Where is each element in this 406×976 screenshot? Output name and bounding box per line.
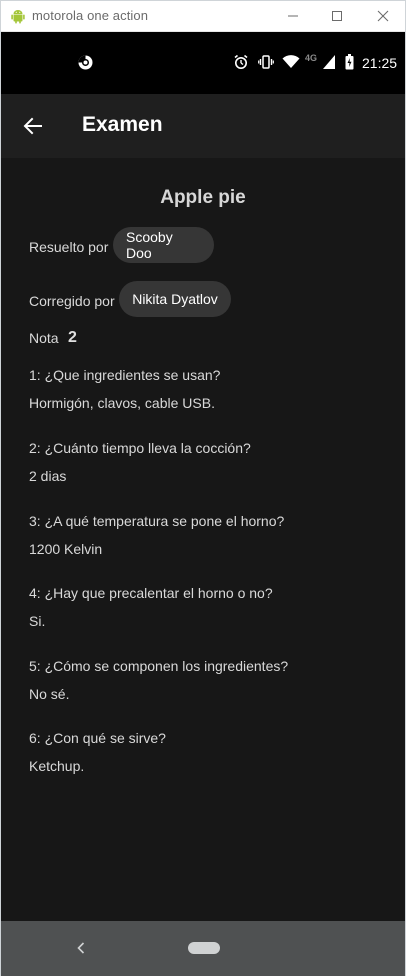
arrow-left-icon[interactable] — [21, 114, 45, 138]
answer-text: 2 dias — [29, 468, 67, 484]
close-button[interactable] — [372, 5, 394, 27]
question-item: 2: ¿Cuánto tiempo lleva la cocción? 2 di… — [29, 440, 251, 484]
status-bar: 4G 21:25 — [1, 32, 405, 94]
grade-label: Nota — [29, 330, 59, 346]
answer-text: No sé. — [29, 686, 70, 702]
solved-by-chip[interactable]: Scooby Doo — [113, 227, 214, 263]
data-saver-icon — [78, 55, 93, 70]
answer-text: 1200 Kelvin — [29, 541, 103, 557]
navigation-bar — [1, 921, 405, 976]
solved-by-label: Resuelto por — [29, 239, 109, 255]
answer-text: Si. — [29, 613, 46, 629]
window-titlebar: motorola one action — [1, 1, 405, 32]
battery-icon — [345, 54, 354, 70]
minimize-button[interactable] — [282, 5, 304, 27]
minimize-icon — [288, 15, 298, 17]
window-title: motorola one action — [32, 8, 149, 23]
alarm-icon — [234, 54, 248, 69]
corrected-by-chip[interactable]: Nikita Dyatlov — [119, 281, 231, 317]
question-text: 6: ¿Con qué se sirve? — [29, 730, 166, 746]
question-text: 4: ¿Hay que precalentar el horno o no? — [29, 585, 273, 601]
android-icon — [11, 10, 25, 24]
question-text: 5: ¿Cómo se componen los ingredientes? — [29, 658, 289, 674]
exam-title: Apple pie — [160, 187, 246, 208]
question-text: 1: ¿Que ingredientes se usan? — [29, 367, 221, 383]
question-text: 3: ¿A qué temperatura se pone el horno? — [29, 513, 285, 529]
question-item: 5: ¿Cómo se componen los ingredientes? N… — [29, 658, 288, 702]
maximize-icon — [332, 11, 342, 21]
page-title: Examen — [82, 113, 163, 136]
wifi-icon — [282, 55, 300, 68]
grade-value: 2 — [68, 329, 77, 346]
network-type-label: 4G — [305, 53, 318, 63]
question-item: 1: ¿Que ingredientes se usan? Hormigón, … — [29, 367, 220, 411]
emulator-window: motorola one action 4G 21:25 Examen Appl… — [0, 0, 406, 976]
question-text: 2: ¿Cuánto tiempo lleva la cocción? — [29, 440, 251, 456]
question-item: 4: ¿Hay que precalentar el horno o no? S… — [29, 585, 273, 629]
close-icon — [377, 10, 389, 22]
status-clock: 21:25 — [362, 55, 398, 71]
vibrate-icon — [258, 55, 274, 69]
chevron-left-icon[interactable] — [73, 940, 89, 956]
maximize-button[interactable] — [326, 5, 348, 27]
home-button[interactable] — [188, 942, 220, 954]
app-bar: Examen — [1, 94, 405, 158]
exam-content: Apple pie Resuelto por Scooby Doo Correg… — [1, 158, 405, 921]
signal-icon — [323, 55, 335, 69]
question-item: 3: ¿A qué temperatura se pone el horno? … — [29, 513, 284, 557]
corrected-by-label: Corregido por — [29, 293, 115, 309]
answer-text: Hormigón, clavos, cable USB. — [29, 395, 215, 411]
answer-text: Ketchup. — [29, 758, 85, 774]
question-item: 6: ¿Con qué se sirve? Ketchup. — [29, 730, 166, 774]
